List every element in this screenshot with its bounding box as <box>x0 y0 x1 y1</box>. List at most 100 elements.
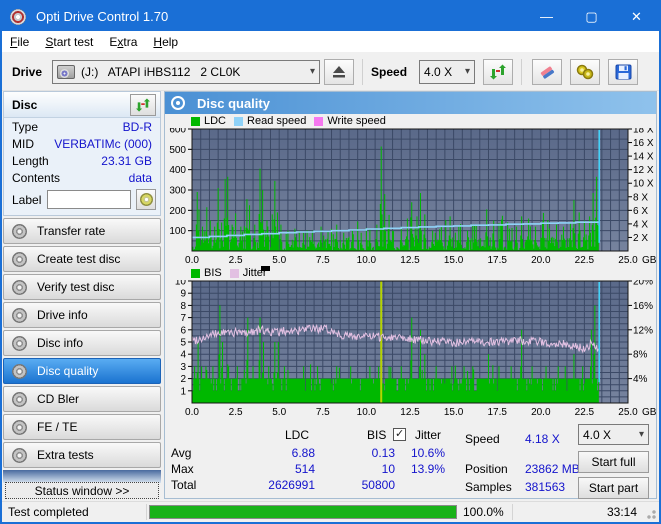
disc-icon <box>12 335 27 351</box>
ldc-legend-label: LDC <box>204 115 227 127</box>
write-speed-legend-swatch <box>314 116 324 126</box>
sidebar-item-extra-tests[interactable]: Extra tests <box>3 442 161 468</box>
svg-text:7.5: 7.5 <box>316 407 330 418</box>
svg-text:16%: 16% <box>633 301 653 312</box>
svg-text:25.0: 25.0 <box>618 407 638 418</box>
drive-select[interactable]: (J:) ATAPI iHBS112 2 CL0K ▾ <box>52 59 321 84</box>
rescan-disc-button[interactable] <box>130 93 156 116</box>
svg-text:14 X: 14 X <box>633 152 654 163</box>
max-jitter: 13.9% <box>410 462 445 476</box>
panel-header: Disc quality <box>165 92 656 114</box>
ldc-legend-swatch <box>191 116 200 126</box>
position-value: 23862 MB <box>525 462 580 476</box>
chevron-down-icon: ▾ <box>310 66 316 77</box>
speed-select-bottom[interactable]: 4.0 X ▾ <box>578 424 649 445</box>
start-full-button[interactable]: Start full <box>578 451 649 473</box>
write-label-button[interactable] <box>136 189 156 210</box>
results-area: LDC BIS Jitter Avg 6.88 0.13 10.6% Max 5… <box>165 424 656 499</box>
start-part-button[interactable]: Start part <box>578 477 649 499</box>
content-area: Disc Type BD-R MID VERBATIMc (000) Lengt… <box>2 91 659 501</box>
disc-length-label: Length <box>12 154 49 168</box>
status-bar: Test completed 100.0% 33:14 <box>2 501 659 522</box>
svg-text:8: 8 <box>180 301 186 312</box>
svg-text:100: 100 <box>169 226 186 237</box>
disc-quality-panel: Disc quality LDC Read speed Write speed … <box>164 91 657 499</box>
svg-text:7: 7 <box>180 313 186 324</box>
svg-text:15.0: 15.0 <box>444 407 464 418</box>
read-speed-legend-swatch <box>234 116 244 126</box>
erase-disc-button[interactable] <box>532 58 563 85</box>
progress-bar-fill <box>150 506 456 518</box>
samples-value: 381563 <box>525 480 566 494</box>
svg-text:10.0: 10.0 <box>357 255 377 266</box>
svg-text:4: 4 <box>180 350 186 361</box>
drive-select-value: (J:) ATAPI iHBS112 2 CL0K <box>81 64 241 79</box>
speed-result-label: Speed <box>465 432 500 446</box>
bis-legend-swatch <box>191 268 200 278</box>
sidebar-item-transfer-rate[interactable]: Transfer rate <box>3 218 161 244</box>
svg-text:20%: 20% <box>633 280 653 288</box>
svg-text:10.0: 10.0 <box>357 407 377 418</box>
menu-extra[interactable]: Extra <box>101 32 145 52</box>
maximize-button[interactable]: ▢ <box>569 2 614 31</box>
position-label: Position <box>465 462 508 476</box>
bottom-chart-legend: BIS Jitter <box>165 266 656 280</box>
speed-select-bottom-value: 4.0 X <box>583 427 612 442</box>
svg-text:400: 400 <box>169 165 186 176</box>
resize-grip[interactable] <box>644 507 656 519</box>
sidebar-item-disc-quality[interactable]: Disc quality <box>3 358 161 384</box>
drive-label: Drive <box>12 64 43 79</box>
svg-text:12%: 12% <box>633 325 653 336</box>
speed-select-value: 4.0 X <box>424 64 453 79</box>
bis-jitter-chart: 12345 678910 4% 8% 12% 16% 20% 0.0 2.5 5.0 7.5 10.0… <box>175 280 657 418</box>
sidebar-item-verify-test-disc[interactable]: Verify test disc <box>3 274 161 300</box>
sidebar-item-disc-info[interactable]: Disc info <box>3 330 161 356</box>
menu-file[interactable]: File <box>2 32 37 52</box>
sidebar-item-create-test-disc[interactable]: Create test disc <box>3 246 161 272</box>
sidebar-item-drive-info[interactable]: Drive info <box>3 302 161 328</box>
window-title: Opti Drive Control 1.70 <box>36 9 169 24</box>
disc-contents-value[interactable]: data <box>129 171 152 185</box>
svg-text:16 X: 16 X <box>633 138 654 149</box>
samples-label: Samples <box>465 480 512 494</box>
minimize-button[interactable]: — <box>524 2 569 31</box>
disc-mid-label: MID <box>12 137 34 151</box>
progress-percent: 100.0% <box>463 505 504 519</box>
sidebar-item-cd-bler[interactable]: CD Bler <box>3 386 161 412</box>
disc-label-row: Label <box>4 186 160 215</box>
jitter-checkbox[interactable] <box>393 427 406 441</box>
top-chart-legend: LDC Read speed Write speed <box>165 114 656 128</box>
chevron-down-icon: ▾ <box>638 429 644 440</box>
svg-text:20.0: 20.0 <box>531 255 551 266</box>
svg-text:0.0: 0.0 <box>185 255 199 266</box>
svg-text:500: 500 <box>169 145 186 156</box>
status-window-button[interactable]: Status window >> <box>5 482 159 499</box>
app-window: Opti Drive Control 1.70 — ▢ ✕ File Start… <box>0 0 661 524</box>
avg-ldc: 6.88 <box>291 446 315 460</box>
svg-text:8%: 8% <box>633 350 648 361</box>
svg-text:8 X: 8 X <box>633 192 648 203</box>
save-button[interactable] <box>608 58 639 85</box>
elapsed-time: 33:14 <box>606 505 637 519</box>
eject-icon <box>333 65 346 77</box>
status-text: Test completed <box>8 505 89 519</box>
total-bis: 50800 <box>361 478 395 492</box>
ldc-chart: 100 200 300 400 500 600 2 X 4 X 6 X 8 X 10 X 12 X 14… <box>169 128 656 266</box>
menu-start-test[interactable]: Start test <box>37 32 101 52</box>
read-speed-legend-label: Read speed <box>247 115 307 127</box>
disc-label-input[interactable] <box>47 190 132 209</box>
close-button[interactable]: ✕ <box>614 2 659 31</box>
menu-help[interactable]: Help <box>145 32 186 52</box>
disc-icon <box>139 193 153 206</box>
sidebar-item-fe-te[interactable]: FE / TE <box>3 414 161 440</box>
svg-text:2: 2 <box>180 374 186 385</box>
speed-label: Speed <box>371 64 408 79</box>
refresh-arrows-icon <box>136 97 150 112</box>
svg-text:25.0: 25.0 <box>618 255 638 266</box>
eject-button[interactable] <box>324 58 355 85</box>
speed-select[interactable]: 4.0 X ▾ <box>419 59 476 84</box>
extra-tools-button[interactable] <box>570 58 601 85</box>
speed-result-value: 4.18 X <box>525 432 560 446</box>
refresh-speeds-button[interactable] <box>483 58 514 85</box>
svg-text:600: 600 <box>169 128 186 136</box>
